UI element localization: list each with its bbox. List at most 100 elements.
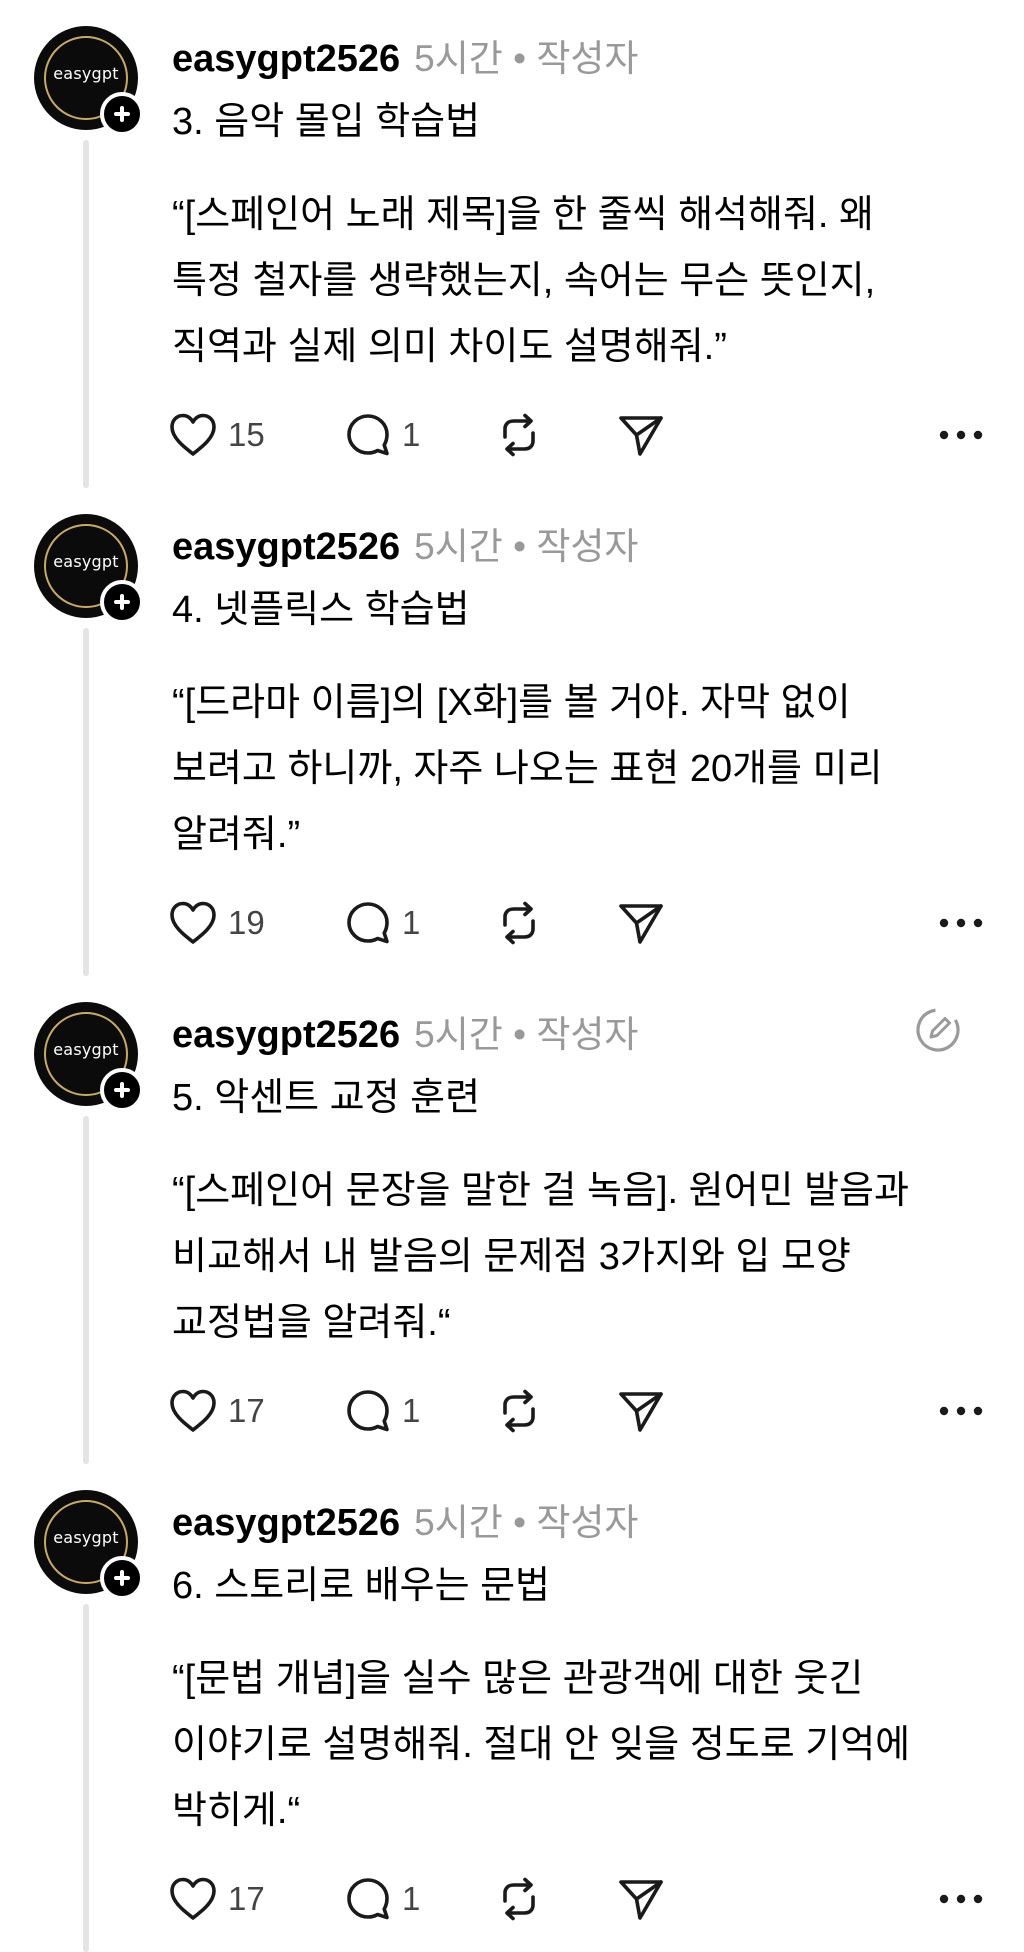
post-body-line: 이야기로 설명해줘. 절대 안 잊을 정도로 기억에 xyxy=(172,1724,911,1766)
avatar[interactable]: easygpt xyxy=(34,1002,144,1112)
more-options-button[interactable] xyxy=(938,408,984,462)
action-bar: 17 1 xyxy=(168,1872,998,1926)
follow-plus-icon[interactable] xyxy=(100,580,144,624)
post-body: “[문법 개념]을 실수 많은 관광객에 대한 웃긴 이야기로 설명해줘. 절대… xyxy=(172,1646,972,1844)
post-meta: 5시간 • 작성자 xyxy=(414,1014,639,1055)
post-body-line: 알려줘.” xyxy=(172,814,301,856)
username[interactable]: easygpt2526 xyxy=(172,38,400,81)
reply-button[interactable]: 1 xyxy=(344,896,420,950)
avatar-logo-text: easygpt xyxy=(53,1528,119,1547)
action-bar: 19 1 xyxy=(168,896,998,950)
repost-button[interactable] xyxy=(494,896,544,950)
username[interactable]: easygpt2526 xyxy=(172,1014,400,1057)
like-count: 15 xyxy=(228,416,265,453)
post-body: “[드라마 이름]의 [X화]를 볼 거야. 자막 없이 보려고 하니까, 자주… xyxy=(172,670,972,868)
more-dots-icon xyxy=(939,918,983,928)
action-bar: 17 1 xyxy=(168,1384,998,1438)
more-options-button[interactable] xyxy=(938,896,984,950)
post-header: easygpt2526 5시간 • 작성자 xyxy=(172,1492,638,1544)
edit-pencil-icon[interactable] xyxy=(914,1006,962,1054)
post-body: “[스페인어 문장을 말한 걸 녹음]. 원어민 발음과 비교해서 내 발음의 … xyxy=(172,1158,972,1356)
more-options-button[interactable] xyxy=(938,1872,984,1926)
comment-bubble-icon xyxy=(347,414,389,456)
send-icon xyxy=(619,1392,663,1432)
heart-icon xyxy=(170,901,216,944)
avatar-logo-text: easygpt xyxy=(53,1040,119,1059)
reply-button[interactable]: 1 xyxy=(344,408,420,462)
post-title: 6. 스토리로 배우는 문법 xyxy=(172,1565,551,1607)
heart-icon xyxy=(170,413,216,456)
repost-button[interactable] xyxy=(494,408,544,462)
post-meta: 5시간 • 작성자 xyxy=(414,38,639,79)
follow-plus-icon[interactable] xyxy=(100,1068,144,1112)
post-body-line: 비교해서 내 발음의 문제점 3가지와 입 모양 xyxy=(172,1236,851,1278)
post: easygpt easygpt2526 5시간 • 작성자 5. 악센트 교정 … xyxy=(0,976,1024,1464)
post-meta: 5시간 • 작성자 xyxy=(414,1502,639,1543)
post-header: easygpt2526 5시간 • 작성자 xyxy=(172,28,638,80)
post-title: 5. 악센트 교정 훈련 xyxy=(172,1077,481,1119)
send-icon xyxy=(619,1880,663,1920)
post-header: easygpt2526 5시간 • 작성자 xyxy=(172,1004,638,1056)
post-body-line: “[스페인어 문장을 말한 걸 녹음]. 원어민 발음과 xyxy=(172,1170,909,1212)
post-body-line: “[스페인어 노래 제목]을 한 줄씩 해석해줘. 왜 xyxy=(172,194,874,236)
heart-icon xyxy=(170,1877,216,1920)
avatar-logo-text: easygpt xyxy=(53,552,119,571)
share-button[interactable] xyxy=(616,1384,666,1438)
reply-count: 1 xyxy=(402,1880,421,1917)
send-icon xyxy=(619,904,663,944)
repost-icon xyxy=(503,901,535,945)
repost-button[interactable] xyxy=(494,1384,544,1438)
like-count: 19 xyxy=(228,904,265,941)
comment-bubble-icon xyxy=(347,1878,389,1920)
like-button[interactable]: 17 xyxy=(168,1872,265,1926)
send-icon xyxy=(619,416,663,456)
repost-icon xyxy=(503,1389,535,1433)
heart-icon xyxy=(170,1389,216,1432)
action-bar: 15 1 xyxy=(168,408,998,462)
share-button[interactable] xyxy=(616,896,666,950)
post-title: 4. 넷플릭스 학습법 xyxy=(172,589,470,631)
more-dots-icon xyxy=(939,1894,983,1904)
like-button[interactable]: 15 xyxy=(168,408,265,462)
share-button[interactable] xyxy=(616,1872,666,1926)
repost-icon xyxy=(503,1877,535,1921)
more-options-button[interactable] xyxy=(938,1384,984,1438)
repost-button[interactable] xyxy=(494,1872,544,1926)
post-body-line: “[문법 개념]을 실수 많은 관광객에 대한 웃긴 xyxy=(172,1658,864,1700)
post: easygpt easygpt2526 5시간 • 작성자 3. 음악 몰입 학… xyxy=(0,0,1024,488)
post-body-line: “[드라마 이름]의 [X화]를 볼 거야. 자막 없이 xyxy=(172,682,851,724)
reply-count: 1 xyxy=(402,904,421,941)
post-title: 3. 음악 몰입 학습법 xyxy=(172,101,481,143)
comment-bubble-icon xyxy=(347,902,389,944)
like-count: 17 xyxy=(228,1880,265,1917)
thread-line xyxy=(83,1604,89,1952)
avatar[interactable]: easygpt xyxy=(34,26,144,136)
avatar[interactable]: easygpt xyxy=(34,1490,144,1600)
follow-plus-icon[interactable] xyxy=(100,92,144,136)
more-dots-icon xyxy=(939,1406,983,1416)
post-body: “[스페인어 노래 제목]을 한 줄씩 해석해줘. 왜 특정 철자를 생략했는지… xyxy=(172,182,972,380)
post: easygpt easygpt2526 5시간 • 작성자 4. 넷플릭스 학습… xyxy=(0,488,1024,976)
like-count: 17 xyxy=(228,1392,265,1429)
like-button[interactable]: 17 xyxy=(168,1384,265,1438)
like-button[interactable]: 19 xyxy=(168,896,265,950)
repost-icon xyxy=(503,413,535,457)
reply-button[interactable]: 1 xyxy=(344,1384,420,1438)
post-body-line: 보려고 하니까, 자주 나오는 표현 20개를 미리 xyxy=(172,748,883,790)
reply-button[interactable]: 1 xyxy=(344,1872,420,1926)
thread-line xyxy=(83,628,89,976)
username[interactable]: easygpt2526 xyxy=(172,1502,400,1545)
post-body-line: 특정 철자를 생략했는지, 속어는 무슨 뜻인지, xyxy=(172,260,876,302)
post-header: easygpt2526 5시간 • 작성자 xyxy=(172,516,638,568)
username[interactable]: easygpt2526 xyxy=(172,526,400,569)
post-body-line: 교정법을 알려줘.“ xyxy=(172,1302,451,1344)
post-body-line: 박히게.“ xyxy=(172,1790,301,1832)
more-dots-icon xyxy=(939,430,983,440)
reply-count: 1 xyxy=(402,1392,421,1429)
thread-line xyxy=(83,1116,89,1464)
avatar[interactable]: easygpt xyxy=(34,514,144,624)
post-meta: 5시간 • 작성자 xyxy=(414,526,639,567)
follow-plus-icon[interactable] xyxy=(100,1556,144,1600)
share-button[interactable] xyxy=(616,408,666,462)
thread-line xyxy=(83,140,89,488)
